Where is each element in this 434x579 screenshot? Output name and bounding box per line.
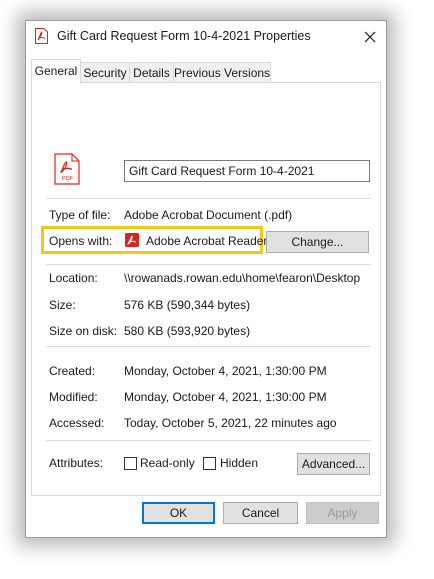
- tab-previous-versions[interactable]: Previous Versions: [173, 62, 271, 83]
- readonly-label: Read-only: [140, 456, 195, 470]
- tab-details[interactable]: Details: [129, 62, 174, 83]
- hidden-checkbox[interactable]: [203, 457, 216, 470]
- size-value: 576 KB (590,344 bytes): [124, 298, 251, 312]
- apply-button[interactable]: Apply: [306, 502, 379, 524]
- close-button[interactable]: [358, 25, 382, 49]
- location-value: \\rowanads.rowan.edu\home\fearon\Desktop: [124, 271, 361, 285]
- separator: [46, 346, 371, 347]
- tab-security[interactable]: Security: [80, 62, 130, 83]
- type-of-file-value: Adobe Acrobat Document (.pdf): [124, 208, 293, 222]
- accessed-label: Accessed:: [49, 416, 105, 430]
- hidden-label: Hidden: [220, 456, 259, 470]
- ok-button[interactable]: OK: [142, 502, 215, 524]
- size-on-disk-value: 580 KB (593,920 bytes): [124, 324, 251, 338]
- acrobat-icon: [125, 233, 139, 247]
- close-icon: [364, 31, 376, 43]
- change-button[interactable]: Change...: [266, 231, 369, 253]
- tab-general[interactable]: General: [31, 59, 81, 84]
- advanced-button[interactable]: Advanced...: [297, 453, 370, 475]
- opens-with-value: Adobe Acrobat Reader: [146, 234, 268, 248]
- pdf-file-icon: [35, 28, 48, 44]
- general-tab-panel: PDF Type of file: Adobe Acrobat Document…: [31, 82, 381, 496]
- modified-value: Monday, October 4, 2021, 1:30:00 PM: [124, 390, 327, 404]
- properties-dialog: Gift Card Request Form 10-4-2021 Propert…: [25, 20, 387, 538]
- file-name-input[interactable]: [124, 160, 370, 182]
- readonly-checkbox[interactable]: [124, 457, 137, 470]
- opens-with-label: Opens with:: [49, 234, 113, 248]
- size-on-disk-label: Size on disk:: [49, 324, 118, 338]
- created-label: Created:: [49, 364, 96, 378]
- cancel-button[interactable]: Cancel: [223, 502, 298, 524]
- type-of-file-label: Type of file:: [49, 208, 111, 222]
- pdf-icon-label: PDF: [62, 176, 74, 182]
- location-label: Location:: [49, 271, 98, 285]
- attributes-label: Attributes:: [49, 456, 104, 470]
- separator: [46, 264, 371, 265]
- pdf-file-icon: PDF: [54, 153, 80, 185]
- accessed-value: Today, October 5, 2021, 22 minutes ago: [124, 416, 337, 430]
- size-label: Size:: [49, 298, 76, 312]
- window-title: Gift Card Request Form 10-4-2021 Propert…: [57, 29, 311, 43]
- modified-label: Modified:: [49, 390, 98, 404]
- separator: [46, 440, 371, 441]
- separator: [46, 198, 371, 199]
- created-value: Monday, October 4, 2021, 1:30:00 PM: [124, 364, 327, 378]
- title-bar: Gift Card Request Form 10-4-2021 Propert…: [26, 21, 386, 53]
